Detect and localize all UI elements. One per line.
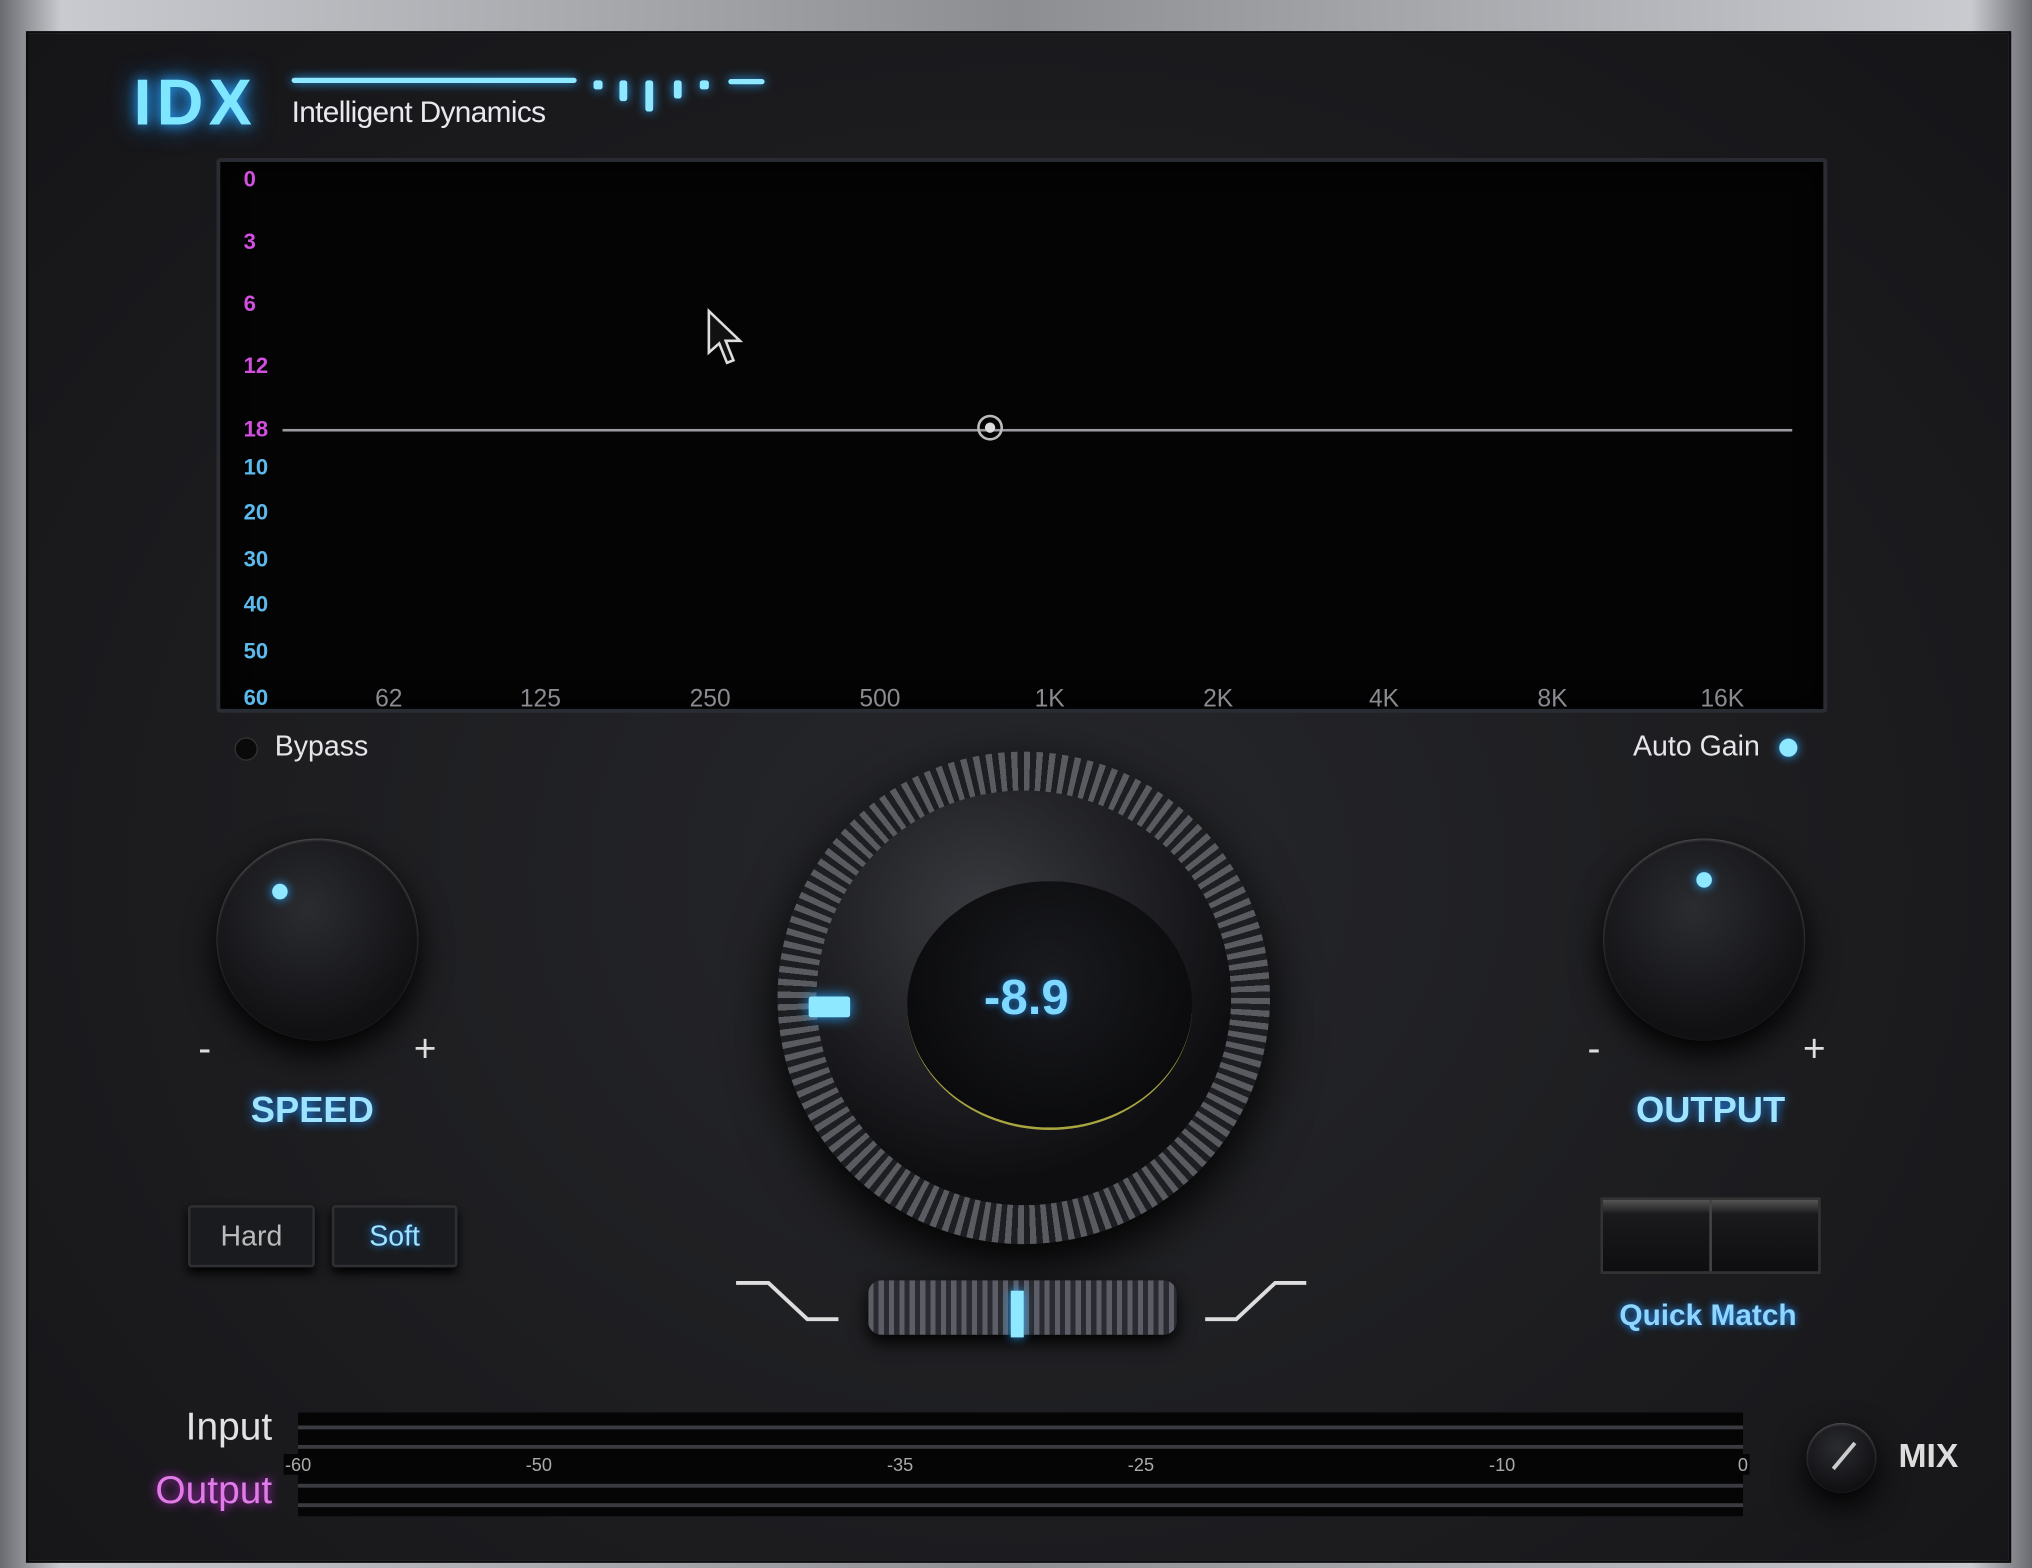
frequency-label: 1K <box>1034 685 1065 713</box>
auto-gain-led[interactable] <box>1779 738 1798 757</box>
frequency-label: 16K <box>1700 685 1745 713</box>
hard-button[interactable]: Hard <box>187 1205 315 1268</box>
input-meter-bar <box>298 1444 1743 1449</box>
ratio-scale-label: 30 <box>243 546 269 572</box>
meter-scale-label: 0 <box>1736 1453 1750 1475</box>
quick-match-label: Quick Match <box>1619 1297 1797 1332</box>
output-minus: - <box>1587 1027 1601 1071</box>
frequency-label: 125 <box>519 685 561 713</box>
output-meter-label: Output <box>155 1469 273 1513</box>
logo-dash <box>619 80 628 102</box>
speed-knob-indicator <box>272 883 288 900</box>
ratio-scale-label: 20 <box>243 500 269 525</box>
threshold-value: -8.9 <box>983 971 1069 1026</box>
logo-dash <box>728 79 765 85</box>
threshold-handle[interactable] <box>977 414 1004 441</box>
threshold-scale-label: 6 <box>243 291 256 317</box>
logo-dash <box>673 80 682 99</box>
curve-soft-icon <box>1205 1280 1307 1322</box>
output-knob[interactable] <box>1603 838 1806 1041</box>
meter-scale-label: -60 <box>283 1453 313 1475</box>
threshold-knob-indicator <box>808 996 851 1018</box>
logo: IDX <box>133 66 258 139</box>
ratio-scale-label: 10 <box>243 454 269 480</box>
meter-scale-label: -50 <box>524 1453 554 1475</box>
speed-minus: - <box>198 1027 212 1071</box>
threshold-scale-label: 12 <box>243 353 269 379</box>
soft-button[interactable]: Soft <box>331 1205 458 1268</box>
logo-dash <box>699 80 709 90</box>
frequency-label: 2K <box>1203 685 1234 713</box>
ratio-scale-label: 50 <box>243 638 269 664</box>
threshold-scale-label: 18 <box>243 417 269 442</box>
output-label: OUTPUT <box>1636 1089 1786 1131</box>
curve-hard-icon <box>736 1280 839 1322</box>
auto-gain-label[interactable]: Auto Gain <box>1633 730 1760 764</box>
speed-plus: + <box>413 1027 437 1071</box>
eq-display[interactable] <box>216 158 1828 713</box>
frequency-label: 62 <box>375 685 403 713</box>
speed-knob[interactable] <box>216 838 419 1041</box>
threshold-line[interactable] <box>282 428 1793 432</box>
output-plus: + <box>1802 1027 1826 1071</box>
meter-scale-label: -25 <box>1126 1453 1156 1475</box>
logo-dash <box>645 80 654 112</box>
bypass-label[interactable]: Bypass <box>275 730 369 764</box>
meter-scale-label: -35 <box>885 1453 915 1475</box>
frequency-label: 250 <box>689 685 731 713</box>
ratio-scale-label: 40 <box>243 592 269 617</box>
threshold-scale-label: 0 <box>243 167 256 192</box>
frequency-label: 500 <box>859 685 901 713</box>
output-meter-bar <box>298 1483 1743 1488</box>
logo-dash <box>593 80 603 90</box>
speed-label: SPEED <box>250 1089 374 1131</box>
mouse-cursor-icon <box>707 308 744 365</box>
frequency-label: 8K <box>1537 685 1568 713</box>
ratio-scale-label: 60 <box>243 685 269 711</box>
mix-label: MIX <box>1898 1435 1959 1475</box>
tagline: Intelligent Dynamics <box>291 94 546 129</box>
input-meter-bar <box>298 1425 1743 1430</box>
input-meter-label: Input <box>185 1406 273 1449</box>
quick-match-button[interactable] <box>1600 1197 1821 1274</box>
bypass-led[interactable] <box>234 737 258 761</box>
meter-scale-label: -10 <box>1487 1453 1517 1475</box>
output-knob-indicator <box>1696 872 1712 888</box>
output-meter-bar <box>298 1503 1743 1508</box>
threshold-scale-label: 3 <box>243 229 256 254</box>
frequency-label: 4K <box>1368 685 1400 713</box>
knee-slider-thumb[interactable] <box>1010 1290 1024 1338</box>
logo-line <box>291 77 577 83</box>
